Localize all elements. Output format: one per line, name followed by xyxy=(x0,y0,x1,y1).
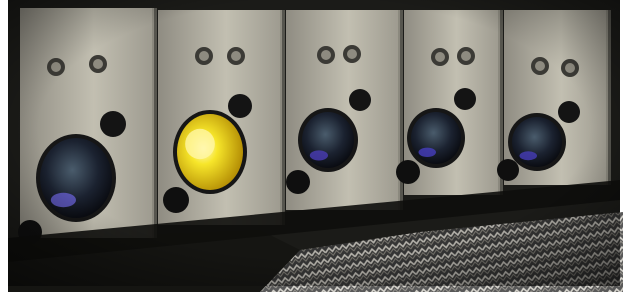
photo-scene xyxy=(0,0,623,292)
photo-canvas xyxy=(0,0,623,292)
vignette xyxy=(8,0,620,286)
